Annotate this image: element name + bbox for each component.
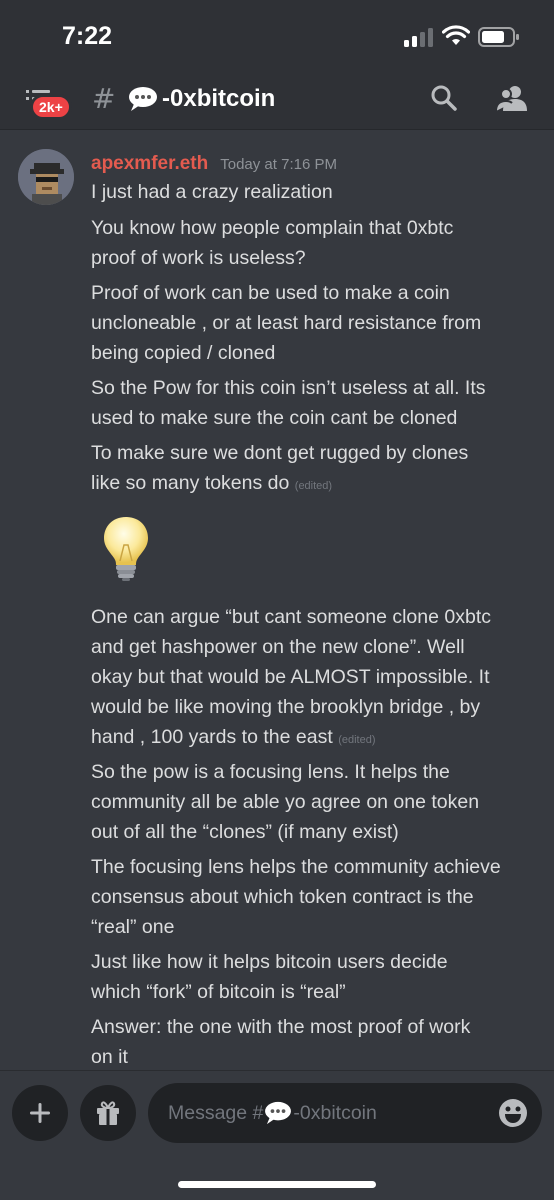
emoji-icon[interactable] xyxy=(498,1098,528,1128)
message-line: consensus about which token contract is … xyxy=(91,886,474,908)
message-line: So the Pow for this coin isn’t useless a… xyxy=(91,377,486,399)
cellular-signal-icon xyxy=(404,27,434,47)
message-line: I just had a crazy realization xyxy=(91,181,333,203)
message-line: would be like moving the brooklyn bridge… xyxy=(91,696,481,718)
message-list[interactable]: apexmfer.eth Today at 7:16 PM I just had… xyxy=(0,131,554,1070)
message-line: community all be able yo agree on one to… xyxy=(91,791,480,813)
message-line: You know how people complain that 0xbtc xyxy=(91,217,454,239)
message-placeholder-prefix: Message # xyxy=(168,1101,264,1124)
plus-icon xyxy=(30,1103,50,1123)
channel-title[interactable]: -0xbitcoin xyxy=(128,82,275,116)
message-line: being copied / cloned xyxy=(91,342,276,364)
light-bulb-icon xyxy=(104,517,148,581)
avatar[interactable] xyxy=(18,149,74,205)
message-line: and get hashpower on the new clone”. Wel… xyxy=(91,636,465,658)
status-bar: 7:22 xyxy=(0,0,554,72)
home-indicator[interactable] xyxy=(178,1181,376,1188)
channel-name: -0xbitcoin xyxy=(162,85,276,112)
message-line: Just like how it helps bitcoin users dec… xyxy=(91,951,448,973)
message-line: on it xyxy=(91,1046,128,1068)
message-line: which “fork” of bitcoin is “real” xyxy=(91,981,346,1003)
message-line: like so many tokens do (edited) xyxy=(91,472,333,494)
message-line: “real” one xyxy=(91,916,175,938)
search-icon[interactable] xyxy=(430,84,458,112)
wifi-icon xyxy=(442,25,470,45)
edited-label: (edited) xyxy=(294,480,333,492)
battery-icon xyxy=(478,27,519,47)
hash-icon: # xyxy=(92,82,116,115)
message-line: uncloneable , or at least hard resistanc… xyxy=(91,312,482,334)
message-line: Answer: the one with the most proof of w… xyxy=(91,1016,471,1038)
members-icon[interactable] xyxy=(496,84,528,112)
gift-icon xyxy=(97,1101,119,1125)
message-line: proof of work is useless? xyxy=(91,247,306,269)
message-line: The focusing lens helps the community ac… xyxy=(91,856,501,878)
message-line: To make sure we dont get rugged by clone… xyxy=(91,442,469,464)
unread-badge[interactable]: 2k+ xyxy=(30,94,72,120)
gift-button[interactable] xyxy=(80,1085,136,1141)
message-line: hand , 100 yards to the east (edited) xyxy=(91,726,376,748)
speech-bubble-icon xyxy=(265,1101,292,1125)
message-line: One can argue “but cant someone clone 0x… xyxy=(91,606,491,628)
message-line: okay but that would be ALMOST impossible… xyxy=(91,666,490,688)
top-bar: 7:22 2k+ # -0xbitcoin xyxy=(0,0,554,130)
message-input[interactable]: Message # -0xbitcoin xyxy=(148,1083,542,1143)
channel-header: 2k+ # -0xbitcoin xyxy=(0,72,554,130)
author-name[interactable]: apexmfer.eth xyxy=(91,153,208,175)
message-line: out of all the “clones” (if many exist) xyxy=(91,821,399,843)
message-placeholder-channel: -0xbitcoin xyxy=(293,1101,377,1124)
message-timestamp: Today at 7:16 PM xyxy=(220,156,337,173)
add-attachment-button[interactable] xyxy=(12,1085,68,1141)
message-line: So the pow is a focusing lens. It helps … xyxy=(91,761,450,783)
status-time: 7:22 xyxy=(62,22,113,50)
message-line: used to make sure the coin cant be clone… xyxy=(91,407,458,429)
speech-bubble-icon xyxy=(128,86,158,112)
message-header: apexmfer.eth Today at 7:16 PM xyxy=(91,153,337,177)
edited-label: (edited) xyxy=(338,734,376,746)
message-line: Proof of work can be used to make a coin xyxy=(91,282,450,304)
